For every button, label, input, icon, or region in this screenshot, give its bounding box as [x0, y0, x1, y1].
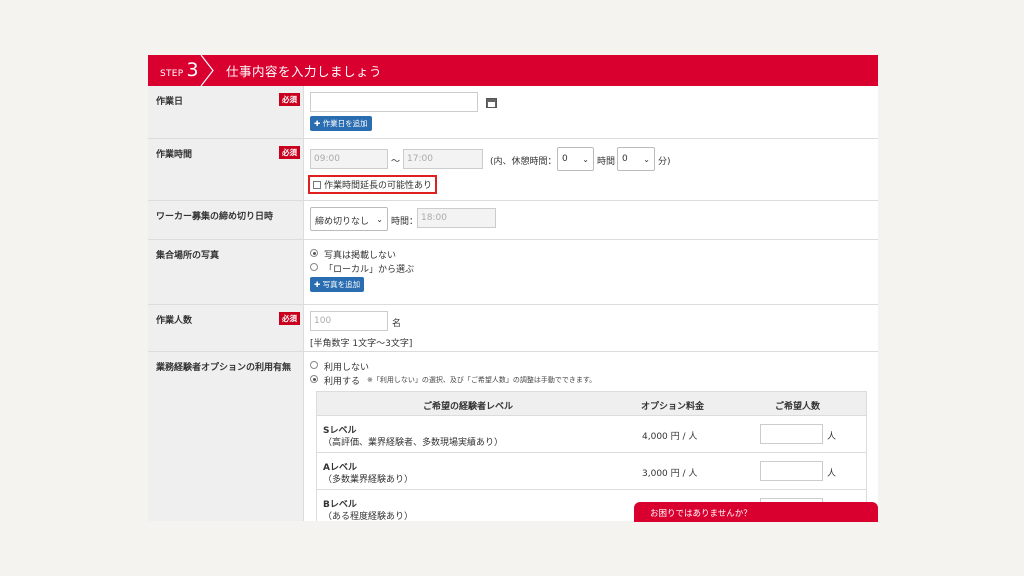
- photo-none-radio[interactable]: [310, 249, 318, 257]
- work-date-row: 作業日 必須 ✚ 作業日を追加: [148, 86, 878, 139]
- deadline-select[interactable]: 締め切りなし ⌄: [310, 207, 388, 231]
- form-panel: STEP 3 仕事内容を入力しましょう 作業日 必須 ✚ 作業日を追加 作業時間…: [148, 55, 878, 521]
- headcount-label: 作業人数: [156, 316, 193, 326]
- deadline-select-value: 締め切りなし: [315, 217, 370, 227]
- hours-unit: 時間: [597, 157, 616, 167]
- experience-yes-label: 利用する: [324, 377, 361, 387]
- work-time-label: 作業時間: [156, 150, 193, 160]
- required-badge: 必須: [279, 312, 300, 325]
- label-cell: 作業日 必須: [148, 86, 304, 138]
- deadline-row: ワーカー募集の締め切り日時 締め切りなし ⌄ 時間： 18:00: [148, 201, 878, 240]
- add-work-date-button[interactable]: ✚ 作業日を追加: [310, 116, 372, 131]
- experience-no-label: 利用しない: [324, 363, 370, 373]
- minutes-unit: 分): [658, 157, 671, 167]
- work-time-row: 作業時間 必須 09:00 〜 17:00 (内、休憩時間： 0 ⌄ 時間 0 ⌄ …: [148, 139, 878, 201]
- count-unit: 人: [827, 469, 837, 479]
- level-description: （高評価、業界経験者、多数現場実績あり）: [323, 438, 504, 448]
- headcount-hint: [半角数字 1文字〜3文字]: [310, 339, 413, 349]
- label-cell: ワーカー募集の締め切り日時: [148, 201, 304, 239]
- break-hours-value: 0: [562, 154, 568, 164]
- break-minutes-select[interactable]: 0 ⌄: [617, 147, 655, 171]
- deadline-label: ワーカー募集の締め切り日時: [156, 212, 274, 222]
- photo-label: 集合場所の写真: [156, 251, 220, 261]
- photo-local-radio[interactable]: [310, 263, 318, 271]
- chevron-down-icon: ⌄: [643, 155, 650, 164]
- step-word: STEP: [160, 69, 184, 79]
- required-badge: 必須: [279, 146, 300, 159]
- experience-note: ※「利用しない」の選択、及び「ご希望人数」の調整は手動でできます。: [367, 376, 597, 384]
- headcount-unit: 名: [392, 319, 402, 329]
- label-cell: 作業人数 必須: [148, 305, 304, 351]
- break-time-label: (内、休憩時間：: [490, 157, 557, 167]
- headcount-input[interactable]: 100: [310, 311, 388, 331]
- add-work-date-label: 作業日を追加: [322, 119, 368, 128]
- level-price: 3,000 円 / 人: [642, 469, 698, 479]
- step-title: 仕事内容を入力しましょう: [226, 64, 383, 79]
- experience-label: 業務経験者オプションの利用有無: [156, 363, 292, 373]
- experience-no-radio[interactable]: [310, 361, 318, 369]
- fee-header: オプション料金: [641, 402, 705, 412]
- experience-table-header: ご希望の経験者レベル オプション料金 ご希望人数: [317, 392, 866, 416]
- chevron-right-icon: [200, 55, 214, 86]
- table-row: Aレベル （多数業界経験あり） 3,000 円 / 人 人: [317, 453, 866, 490]
- break-minutes-value: 0: [622, 154, 628, 164]
- start-time-input[interactable]: 09:00: [310, 149, 388, 169]
- table-row: Sレベル （高評価、業界経験者、多数現場実績あり） 4,000 円 / 人 人: [317, 416, 866, 453]
- level-price: 4,000 円 / 人: [642, 432, 698, 442]
- step-number: 3: [186, 59, 199, 81]
- work-date-label: 作業日: [156, 97, 184, 107]
- add-photo-label: 写真を追加: [322, 280, 361, 289]
- headcount-row: 作業人数 必須 100 名 [半角数字 1文字〜3文字]: [148, 305, 878, 352]
- required-badge: 必須: [279, 93, 300, 106]
- level-description: （ある程度経験あり）: [323, 512, 414, 521]
- experience-yes-radio[interactable]: [310, 375, 318, 383]
- chevron-down-icon: ⌄: [376, 215, 383, 224]
- extension-checkbox-label: 作業時間延長の可能性あり: [324, 181, 433, 191]
- photo-none-label: 写真は掲載しない: [324, 251, 397, 261]
- deadline-time-label: 時間：: [391, 217, 419, 227]
- level-header: ご希望の経験者レベル: [423, 402, 514, 412]
- a-level-count-input[interactable]: [760, 461, 823, 481]
- break-hours-select[interactable]: 0 ⌄: [557, 147, 594, 171]
- work-date-input[interactable]: [310, 92, 478, 112]
- label-cell: 作業時間 必須: [148, 139, 304, 200]
- end-time-input[interactable]: 17:00: [403, 149, 483, 169]
- photo-row: 集合場所の写真 写真は掲載しない 「ローカル」から選ぶ ✚ 写真を追加: [148, 240, 878, 305]
- chevron-down-icon: ⌄: [582, 155, 589, 164]
- step-header: STEP 3 仕事内容を入力しましょう: [148, 55, 878, 86]
- s-level-count-input[interactable]: [760, 424, 823, 444]
- label-cell: 集合場所の写真: [148, 240, 304, 304]
- add-photo-button[interactable]: ✚ 写真を追加: [310, 277, 365, 292]
- extension-checkbox[interactable]: 作業時間延長の可能性あり: [308, 175, 438, 194]
- checkbox-icon[interactable]: [313, 181, 321, 189]
- label-cell: 業務経験者オプションの利用有無: [148, 352, 304, 521]
- count-header: ご希望人数: [775, 402, 821, 412]
- step-indicator: STEP 3: [148, 61, 204, 80]
- help-tab[interactable]: お困りではありませんか？: [634, 502, 878, 522]
- calendar-icon[interactable]: [486, 98, 497, 108]
- photo-local-label: 「ローカル」から選ぶ: [324, 265, 415, 275]
- count-unit: 人: [827, 432, 837, 442]
- deadline-time-input[interactable]: 18:00: [417, 208, 496, 228]
- level-description: （多数業界経験あり）: [323, 475, 414, 485]
- tilde-separator: 〜: [391, 157, 401, 167]
